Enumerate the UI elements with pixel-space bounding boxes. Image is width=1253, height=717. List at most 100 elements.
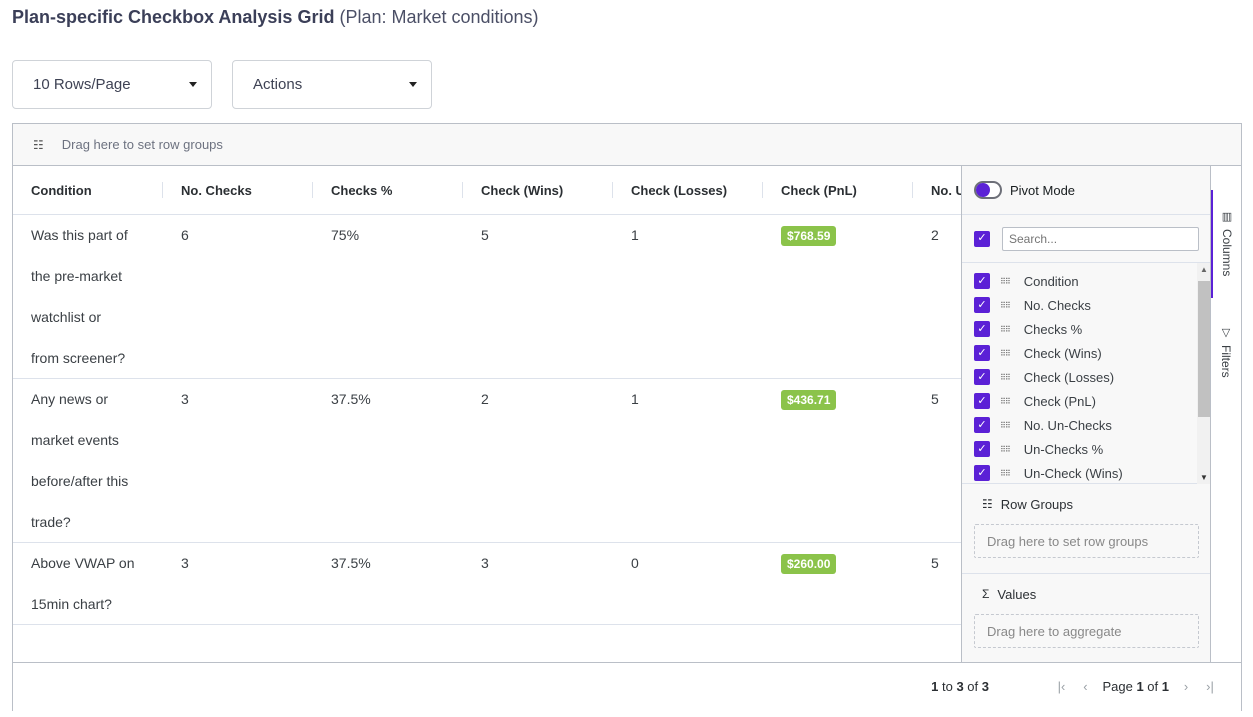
drag-handle-icon[interactable]: ⠿⠿ <box>1000 325 1011 334</box>
table-row[interactable]: Above VWAP on 15min chart? 3 37.5% 3 0 $… <box>13 543 961 625</box>
column-item-label: Checks % <box>1023 321 1083 337</box>
column-item[interactable]: ✓ ⠿⠿ Check (PnL) <box>962 389 1211 413</box>
next-page-icon[interactable]: › <box>1179 679 1193 694</box>
values-dropzone[interactable]: Drag here to aggregate <box>974 614 1199 648</box>
cell-check-pnl: $260.00 <box>763 543 913 574</box>
last-page-icon[interactable]: ›| <box>1203 679 1217 694</box>
page-label: Page <box>1102 679 1133 694</box>
scroll-up-icon[interactable]: ▲ <box>1200 265 1208 274</box>
column-header-check-losses[interactable]: Check (Losses) <box>613 166 763 214</box>
drag-handle-icon[interactable]: ⠿⠿ <box>1000 277 1011 286</box>
filter-icon: ▽ <box>1219 326 1232 339</box>
header-row: Condition No. Checks Checks % Check (Win… <box>13 166 961 215</box>
column-item[interactable]: ✓ ⠿⠿ Check (Losses) <box>962 365 1211 389</box>
rows-per-page-select[interactable]: 10 Rows/Page <box>12 60 212 109</box>
cell-no-un-checks: 5 <box>931 391 939 407</box>
column-checkbox[interactable]: ✓ <box>974 465 990 481</box>
column-item[interactable]: ✓ ⠿⠿ Un-Check (Wins) <box>962 461 1211 483</box>
range-total: 3 <box>981 679 989 694</box>
drag-handle-icon[interactable]: ⠿⠿ <box>1000 469 1011 478</box>
select-all-checkbox[interactable]: ✓ <box>974 230 990 247</box>
column-checkbox[interactable]: ✓ <box>974 345 990 361</box>
page-indicator: Page 1 of 1 <box>1102 679 1169 694</box>
column-header-check-pnl[interactable]: Check (PnL) <box>763 166 913 214</box>
cell-no-checks: 6 <box>181 227 189 243</box>
column-checkbox[interactable]: ✓ <box>974 441 990 457</box>
column-checkbox[interactable]: ✓ <box>974 393 990 409</box>
pivot-mode-toggle[interactable] <box>974 181 1002 199</box>
row-group-drop-bar[interactable]: ☷ Drag here to set row groups <box>13 124 1241 166</box>
column-item-label: Check (Losses) <box>1023 369 1115 385</box>
column-header-check-wins[interactable]: Check (Wins) <box>463 166 613 214</box>
column-checkbox[interactable]: ✓ <box>974 369 990 385</box>
column-header-checks-pct[interactable]: Checks % <box>313 166 463 214</box>
cell-check-wins: 3 <box>481 555 489 571</box>
range-of: of <box>967 679 979 694</box>
cell-condition: Was this part of the pre-market watchlis… <box>13 215 153 379</box>
drag-handle-icon[interactable]: ⠿⠿ <box>1000 445 1011 454</box>
cell-check-pnl: $768.59 <box>763 215 913 246</box>
pagination-panel: 1 to 3 of 3 |‹ ‹ Page 1 of 1 › ›| <box>13 662 1241 711</box>
column-item[interactable]: ✓ ⠿⠿ Check (Wins) <box>962 341 1211 365</box>
table-row[interactable]: Was this part of the pre-market watchlis… <box>13 215 961 379</box>
drag-handle-icon[interactable]: ⠿⠿ <box>1000 301 1011 310</box>
column-item[interactable]: ✓ ⠿⠿ Un-Checks % <box>962 437 1211 461</box>
cell-check-wins: 5 <box>481 227 489 243</box>
column-header-no-checks[interactable]: No. Checks <box>163 166 313 214</box>
tab-columns[interactable]: ▥ Columns <box>1211 190 1241 298</box>
actions-select[interactable]: Actions <box>232 60 432 109</box>
cell-no-un-checks: 2 <box>931 227 939 243</box>
values-hint: Drag here to aggregate <box>987 623 1122 639</box>
column-item-label: No. Checks <box>1023 297 1091 313</box>
column-item[interactable]: ✓ ⠿⠿ Condition <box>962 269 1211 293</box>
column-search-input[interactable] <box>1002 226 1199 251</box>
cell-no-checks: 3 <box>181 555 189 571</box>
column-item[interactable]: ✓ ⠿⠿ No. Un-Checks <box>962 413 1211 437</box>
condition-line: Above VWAP on <box>31 555 135 571</box>
drag-handle-icon[interactable]: ⠿⠿ <box>1000 373 1011 382</box>
column-list: ✓ ⠿⠿ Condition ✓ ⠿⠿ No. Checks ✓ ⠿⠿ Checks % ✓… <box>962 263 1211 484</box>
drag-handle-icon[interactable]: ⠿⠿ <box>1000 349 1011 358</box>
condition-line: the pre-market <box>31 268 123 284</box>
first-page-icon[interactable]: |‹ <box>1054 679 1068 694</box>
column-item[interactable]: ✓ ⠿⠿ Checks % <box>962 317 1211 341</box>
column-checkbox[interactable]: ✓ <box>974 297 990 313</box>
pivot-mode-label: Pivot Mode <box>1010 182 1076 198</box>
vertical-scroll-thumb[interactable] <box>1198 281 1210 417</box>
scroll-down-icon[interactable]: ▼ <box>1200 473 1208 482</box>
column-item-label: Check (PnL) <box>1023 393 1096 409</box>
row-groups-hint: Drag here to set row groups <box>987 533 1149 549</box>
pager: |‹ ‹ Page 1 of 1 › ›| <box>1054 679 1217 694</box>
column-item-label: Check (Wins) <box>1023 345 1102 361</box>
tab-filters[interactable]: ▽ Filters <box>1211 314 1241 404</box>
range-end: 3 <box>956 679 964 694</box>
column-checkbox[interactable]: ✓ <box>974 273 990 289</box>
cell-no-checks: 3 <box>181 391 189 407</box>
row-group-icon: ☷ <box>982 497 993 511</box>
row-groups-dropzone[interactable]: Drag here to set row groups <box>974 524 1199 558</box>
column-checkbox[interactable]: ✓ <box>974 417 990 433</box>
sigma-icon: Σ <box>982 587 990 601</box>
rows-per-page-label: 10 Rows/Page <box>33 76 131 93</box>
columns-icon: ▥ <box>1220 210 1233 223</box>
column-list-scrollbar[interactable]: ▲ ▼ <box>1197 263 1211 484</box>
drag-handle-icon[interactable]: ⠿⠿ <box>1000 421 1011 430</box>
cell-no-un-checks: 5 <box>931 555 939 571</box>
pivot-mode-row: Pivot Mode <box>962 166 1211 215</box>
grid-body: Condition No. Checks Checks % Check (Win… <box>13 166 961 662</box>
column-header-condition[interactable]: Condition <box>13 166 163 214</box>
pnl-badge: $260.00 <box>781 554 837 574</box>
table-row[interactable]: Any news or market events before/after t… <box>13 379 961 543</box>
column-item-label: Un-Checks % <box>1023 441 1104 457</box>
cell-check-pnl: $436.71 <box>763 379 913 410</box>
column-item[interactable]: ✓ ⠿⠿ No. Checks <box>962 293 1211 317</box>
condition-line: before/after this <box>31 473 129 489</box>
previous-page-icon[interactable]: ‹ <box>1078 679 1092 694</box>
column-checkbox[interactable]: ✓ <box>974 321 990 337</box>
column-header-no-un-checks[interactable]: No. U <box>913 166 961 214</box>
tab-filters-label: Filters <box>1219 345 1233 378</box>
condition-line: market events <box>31 432 119 448</box>
cell-check-losses: 1 <box>631 391 639 407</box>
drag-handle-icon[interactable]: ⠿⠿ <box>1000 397 1011 406</box>
pnl-badge: $436.71 <box>781 390 837 410</box>
